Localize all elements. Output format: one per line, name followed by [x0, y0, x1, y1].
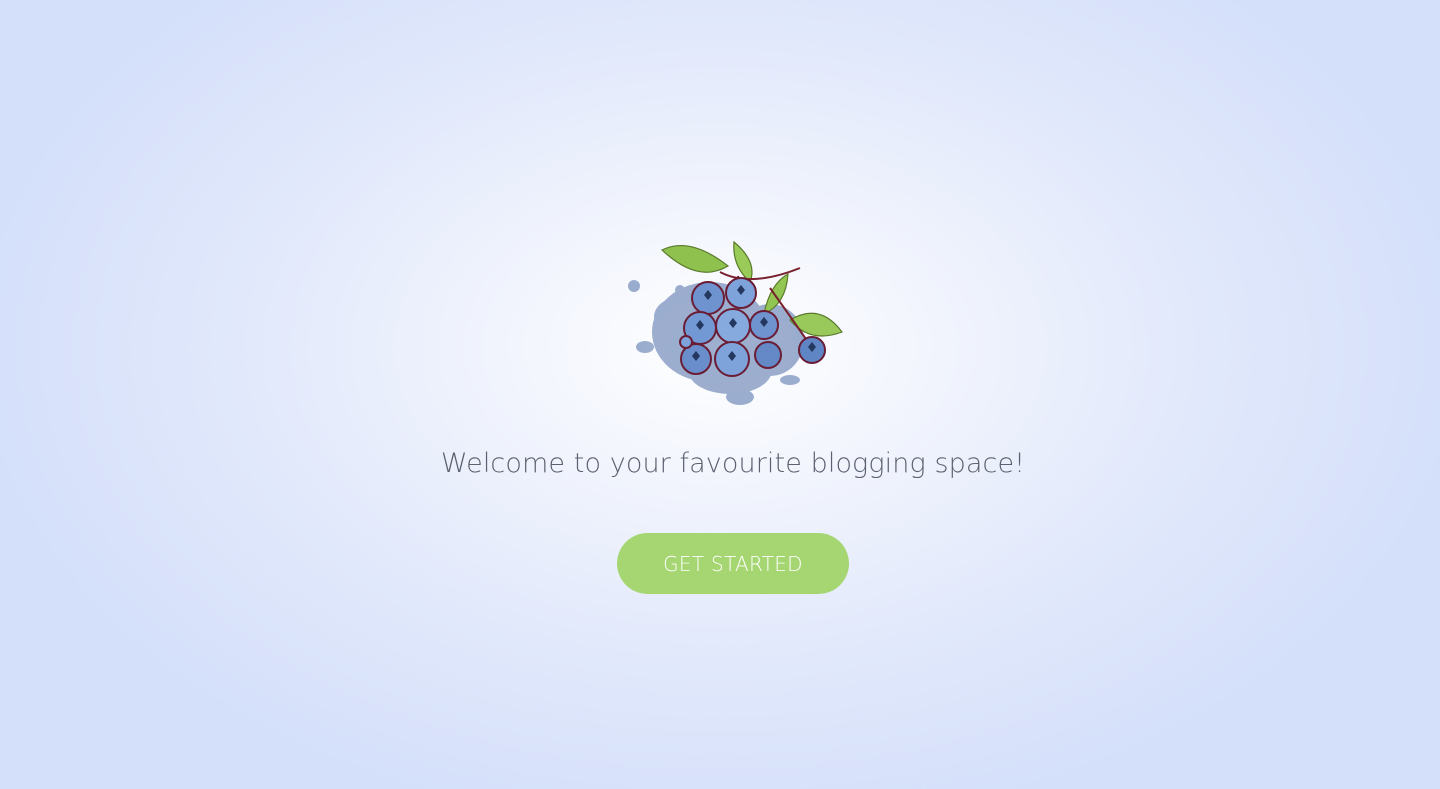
welcome-screen: Welcome to your favourite blogging space…: [0, 0, 1440, 789]
blueberry-logo-icon: [620, 232, 850, 412]
get-started-button[interactable]: GET STARTED: [617, 533, 849, 594]
welcome-message: Welcome to your favourite blogging space…: [440, 448, 1026, 479]
